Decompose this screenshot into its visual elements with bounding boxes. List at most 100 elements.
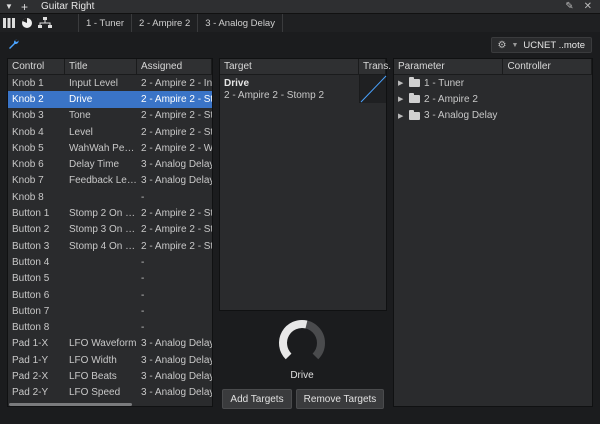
- table-row[interactable]: Button 4 -: [8, 254, 212, 270]
- cell-control: Button 8: [12, 322, 50, 334]
- control-mapping-table: Control Title Assigned Knob 1 Input Level…: [7, 58, 213, 407]
- table-row[interactable]: Knob 4 Level 2 - Ampire 2 - Stomp 2: [8, 124, 212, 140]
- cell-control: Knob 3: [12, 110, 44, 122]
- table-row[interactable]: Pad 1-Y LFO Width 3 - Analog Delay - LFO: [8, 352, 212, 368]
- wrench-icon[interactable]: [8, 38, 19, 52]
- table-row[interactable]: Button 6 -: [8, 287, 212, 303]
- cell-title: Input Level: [69, 77, 118, 89]
- table-row[interactable]: Knob 8 -: [8, 189, 212, 205]
- table-rows: Knob 1Input Level2 - Ampire 2 - InputKno…: [8, 75, 212, 401]
- table-row[interactable]: Button 7 -: [8, 303, 212, 319]
- table-row[interactable]: Button 1 Stomp 2 On (G... 2 - Ampire 2 - S…: [8, 205, 212, 221]
- cell-control: Button 5: [12, 273, 50, 285]
- column-header-assigned[interactable]: Assigned: [137, 59, 212, 74]
- horizontal-scrollbar[interactable]: [9, 403, 132, 406]
- table-row[interactable]: Pad 2-Y LFO Speed 3 - Analog Delay - LFO: [8, 385, 212, 401]
- cell-assigned: -: [141, 191, 145, 203]
- table-row[interactable]: Button 8 -: [8, 319, 212, 335]
- cell-control: Button 7: [12, 305, 50, 317]
- cell-control: Pad 2-Y: [12, 387, 49, 399]
- knob-label: Drive: [290, 370, 314, 381]
- table-row[interactable]: Knob 1 Input Level 2 - Ampire 2 - Input: [8, 75, 212, 91]
- column-header-parameter[interactable]: Parameter: [394, 59, 504, 74]
- cell-control: Knob 7: [12, 175, 44, 187]
- layout-icon[interactable]: [0, 14, 18, 32]
- table-row[interactable]: Knob 2 Drive 2 - Ampire 2 - Stomp 2: [8, 91, 212, 108]
- cell-assigned: 2 - Ampire 2 - Stomp: [141, 208, 212, 220]
- tab-bar: 1 - Tuner 2 - Ampire 2 3 - Analog Delay: [0, 14, 600, 32]
- cell-control: Knob 8: [12, 191, 44, 203]
- target-header: Target Trans.: [220, 59, 391, 75]
- tab-tuner[interactable]: 1 - Tuner: [78, 14, 131, 32]
- column-header-title[interactable]: Title: [65, 59, 137, 74]
- table-row[interactable]: Knob 6 Delay Time 3 - Analog Delay - Delay: [8, 156, 212, 172]
- parameter-header: Parameter Controller: [394, 59, 592, 75]
- table-row[interactable]: Knob 3 Tone 2 - Ampire 2 - Stomp 2: [8, 108, 212, 124]
- cell-assigned: 3 - Analog Delay - LFO: [141, 338, 212, 350]
- folder-icon: [409, 93, 420, 104]
- table-row[interactable]: Knob 5 WahWah Peda... 2 - Ampire 2 - Wah: [8, 140, 212, 156]
- tab-analog-delay[interactable]: 3 - Analog Delay: [197, 14, 283, 32]
- window-title: Guitar Right: [41, 1, 95, 12]
- cell-assigned: 3 - Analog Delay - LFO: [141, 387, 212, 399]
- add-targets-button[interactable]: Add Targets: [222, 389, 292, 409]
- tree-item[interactable]: ▶ 3 - Analog Delay: [394, 108, 592, 124]
- cell-assigned: 3 - Analog Delay - LFO: [141, 354, 212, 366]
- collapse-triangle-icon[interactable]: ▼: [5, 2, 15, 11]
- transform-curve[interactable]: [359, 75, 387, 103]
- cell-title: Tone: [69, 110, 91, 122]
- tree-item[interactable]: ▶ 1 - Tuner: [394, 75, 592, 91]
- table-row[interactable]: Button 3 Stomp 4 On (G... 2 - Ampire 2 - S…: [8, 238, 212, 254]
- tree-item-label: 3 - Analog Delay: [424, 110, 498, 122]
- add-icon[interactable]: +: [21, 1, 35, 13]
- routing-icon[interactable]: [36, 14, 54, 32]
- target-panel: Target Trans. Drive 2 - Ampire 2 - Stomp…: [219, 58, 391, 311]
- device-name: UCNET ..mote: [523, 39, 585, 51]
- cell-assigned: -: [141, 256, 145, 268]
- cell-title: Stomp 2 On (G...: [69, 208, 137, 220]
- cell-title: Feedback Level: [69, 175, 137, 187]
- cell-control: Knob 1: [12, 77, 44, 89]
- cell-assigned: 2 - Ampire 2 - Wah: [141, 142, 212, 154]
- cell-title: Delay Time: [69, 159, 120, 171]
- cell-control: Knob 6: [12, 159, 44, 171]
- cell-assigned: 2 - Ampire 2 - Stomp 2: [141, 126, 212, 138]
- table-header: Control Title Assigned: [8, 59, 212, 75]
- remove-targets-button[interactable]: Remove Targets: [296, 389, 384, 409]
- target-row[interactable]: Drive 2 - Ampire 2 - Stomp 2: [220, 75, 387, 104]
- tab-ampire[interactable]: 2 - Ampire 2: [131, 14, 197, 32]
- table-row[interactable]: Knob 7 Feedback Level 3 - Analog Delay - D…: [8, 173, 212, 189]
- cell-assigned: 3 - Analog Delay - Delay: [141, 175, 212, 187]
- pin-icon[interactable]: ✎: [565, 1, 573, 12]
- cell-assigned: 2 - Ampire 2 - Stomp 2: [141, 93, 212, 105]
- cell-assigned: 2 - Ampire 2 - Stomp 2: [141, 110, 212, 122]
- column-header-control[interactable]: Control: [8, 59, 65, 74]
- expand-arrow-icon[interactable]: ▶: [398, 79, 405, 87]
- title-bar: ▼ + Guitar Right ✎ ✕: [0, 0, 600, 14]
- pie-icon[interactable]: [18, 14, 36, 32]
- cell-title: WahWah Peda...: [69, 142, 137, 154]
- cell-assigned: 2 - Ampire 2 - Stomp: [141, 240, 212, 252]
- table-row[interactable]: Pad 2-X LFO Beats 3 - Analog Delay - LFO: [8, 368, 212, 384]
- cell-control: Knob 5: [12, 142, 44, 154]
- target-path: 2 - Ampire 2 - Stomp 2: [224, 90, 325, 101]
- table-row[interactable]: Button 5 -: [8, 271, 212, 287]
- toolbar: ⚙ ▼ UCNET ..mote: [0, 32, 600, 58]
- column-header-controller[interactable]: Controller: [503, 59, 592, 74]
- tree-item[interactable]: ▶ 2 - Ampire 2: [394, 91, 592, 107]
- expand-arrow-icon[interactable]: ▶: [398, 112, 405, 120]
- table-row[interactable]: Button 2 Stomp 3 On (G... 2 - Ampire 2 - S…: [8, 222, 212, 238]
- expand-arrow-icon[interactable]: ▶: [398, 95, 405, 103]
- tree-items: ▶ 1 - Tuner ▶ 2 - Ampire 2 ▶ 3 - Analog Delay: [394, 75, 592, 124]
- cell-control: Pad 1-Y: [12, 354, 49, 366]
- device-selector[interactable]: ⚙ ▼ UCNET ..mote: [490, 37, 592, 53]
- cell-control: Pad 1-X: [12, 338, 49, 350]
- target-name: Drive: [224, 78, 250, 89]
- cell-title: LFO Waveform: [69, 338, 137, 350]
- drive-knob[interactable]: [277, 318, 327, 368]
- table-row[interactable]: Pad 1-X LFO Waveform 3 - Analog Delay - LF…: [8, 336, 212, 352]
- cell-assigned: -: [141, 322, 145, 334]
- chevron-down-icon: ▼: [511, 41, 519, 49]
- cell-title: Stomp 3 On (G...: [69, 224, 137, 236]
- close-icon[interactable]: ✕: [584, 1, 592, 12]
